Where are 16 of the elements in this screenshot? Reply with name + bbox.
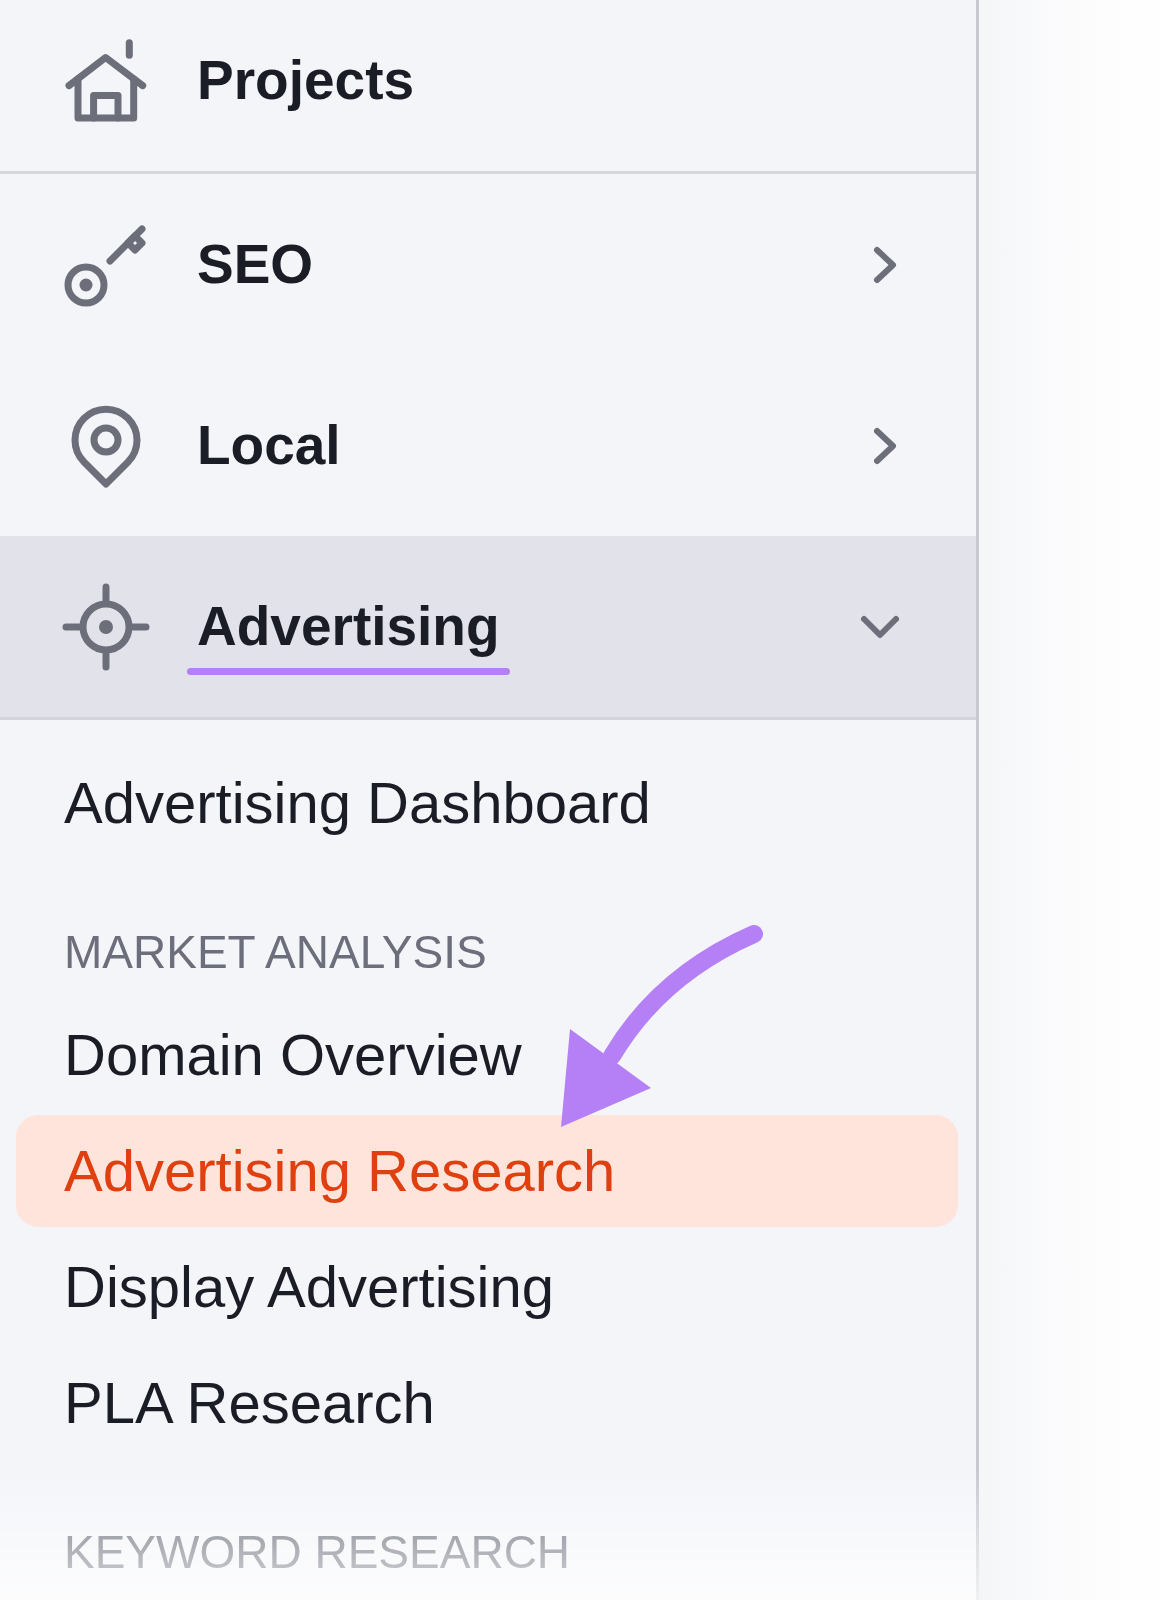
crosshair-icon — [62, 582, 150, 671]
nav-link[interactable]: Advertising Research — [16, 1115, 958, 1227]
nav-link[interactable]: Display Advertising — [16, 1231, 958, 1343]
home-icon — [63, 37, 149, 124]
section-heading: MARKET ANALYSIS — [63, 925, 488, 980]
nav-item[interactable]: SEO — [0, 174, 976, 355]
chevron-right-icon — [872, 425, 898, 466]
chevron-down-icon — [859, 613, 901, 640]
chevron-right-icon — [872, 244, 898, 285]
section-heading: KEYWORD RESEARCH — [63, 1525, 572, 1580]
nav-link[interactable]: Domain Overview — [16, 999, 958, 1111]
nav-link[interactable]: Advertising Dashboard — [16, 747, 958, 859]
nav-item[interactable]: Advertising — [0, 536, 976, 720]
nav-link[interactable]: PLA Research — [16, 1347, 958, 1459]
nav-item[interactable]: Projects — [0, 0, 976, 171]
nav-item[interactable]: Local — [0, 355, 976, 536]
